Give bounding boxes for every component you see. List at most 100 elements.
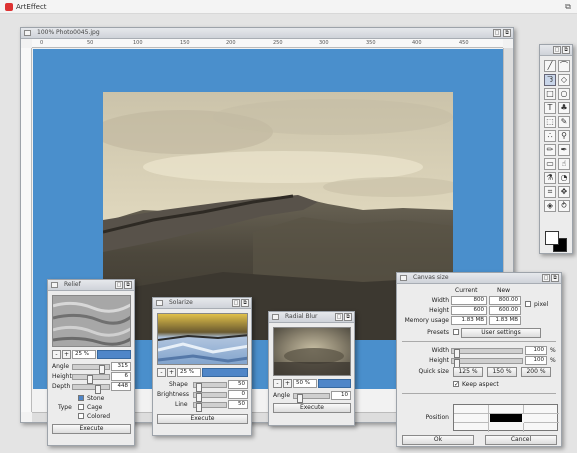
width-percent-slider[interactable] xyxy=(451,348,523,358)
height-slider[interactable] xyxy=(72,374,110,384)
lasso-tool-icon[interactable]: ᘊ xyxy=(544,74,556,86)
brightness-slider[interactable] xyxy=(193,392,227,402)
fill-tool-icon[interactable]: ◇ xyxy=(558,74,570,86)
height-percent-slider[interactable] xyxy=(451,358,523,368)
zoom-icon[interactable]: □ xyxy=(115,281,123,289)
pencil-tool-icon[interactable]: ✏ xyxy=(544,144,556,156)
depth-icon[interactable]: ⧉ xyxy=(562,46,570,54)
angle-slider[interactable] xyxy=(72,364,110,374)
angle-slider[interactable] xyxy=(293,393,330,403)
position-cell[interactable] xyxy=(454,423,489,432)
dropper-tool-icon[interactable]: ⚗ xyxy=(544,172,556,184)
presets-popup-icon[interactable] xyxy=(453,329,459,335)
pen-tool-icon[interactable]: ✒ xyxy=(558,144,570,156)
preview-position-bar[interactable] xyxy=(318,379,351,388)
zoom-out-button[interactable]: - xyxy=(157,368,166,377)
zoom-out-button[interactable]: - xyxy=(52,350,61,359)
preview-position-bar[interactable] xyxy=(202,368,248,377)
quick-size-150-button[interactable]: 150 % xyxy=(487,367,517,377)
shape-slider[interactable] xyxy=(193,382,227,392)
angle-value[interactable]: 315 xyxy=(111,362,131,371)
close-icon[interactable] xyxy=(24,30,31,36)
position-cell[interactable] xyxy=(524,414,559,423)
position-cell[interactable] xyxy=(524,423,559,432)
keep-aspect-checkbox[interactable]: ✓ xyxy=(453,381,459,388)
zoom-in-button[interactable]: + xyxy=(167,368,176,377)
crop-tool-icon[interactable]: ⌗ xyxy=(544,186,556,198)
position-cell[interactable] xyxy=(454,405,489,414)
depth-icon[interactable]: ⧉ xyxy=(344,313,352,321)
zoom-out-button[interactable]: - xyxy=(273,379,282,388)
quick-size-125-button[interactable]: 125 % xyxy=(453,367,483,377)
line-slider[interactable] xyxy=(193,402,227,412)
unit-popup-icon[interactable] xyxy=(525,301,531,307)
solarize-preview[interactable] xyxy=(157,313,248,365)
zoom-icon[interactable]: □ xyxy=(232,299,240,307)
solarize-titlebar[interactable]: Solarize □ ⧉ xyxy=(153,298,251,309)
relief-preview[interactable] xyxy=(52,295,131,347)
canvas-size-titlebar[interactable]: Canvas size □ ⧉ xyxy=(397,273,561,284)
cage-checkbox[interactable] xyxy=(78,404,84,410)
eraser-tool-icon[interactable]: ▭ xyxy=(544,158,556,170)
brush-tool-icon[interactable]: ✎ xyxy=(558,116,570,128)
cancel-button[interactable]: Cancel xyxy=(485,435,557,445)
ellipse-tool-icon[interactable]: ○ xyxy=(558,88,570,100)
height-percent-value[interactable]: 100 xyxy=(525,356,547,365)
position-cell[interactable] xyxy=(489,405,524,414)
depth-icon[interactable]: ⧉ xyxy=(503,29,511,37)
position-grid[interactable] xyxy=(453,404,559,432)
close-icon[interactable] xyxy=(51,282,58,288)
depth-icon[interactable]: ⧉ xyxy=(124,281,132,289)
close-icon[interactable] xyxy=(156,300,163,306)
toolbox-titlebar[interactable]: □ ⧉ xyxy=(540,45,572,56)
curve-tool-icon[interactable]: ⌒ xyxy=(558,60,570,72)
zoom-icon[interactable]: □ xyxy=(553,46,561,54)
zoom-in-button[interactable]: + xyxy=(62,350,71,359)
relief-titlebar[interactable]: Relief □ ⧉ xyxy=(48,280,134,291)
close-icon[interactable] xyxy=(400,275,407,281)
move-tool-icon[interactable]: ✥ xyxy=(558,186,570,198)
zoom-in-button[interactable]: + xyxy=(283,379,292,388)
warp-tool-icon[interactable]: ⥁ xyxy=(558,200,570,212)
depth-icon[interactable]: ⧉ xyxy=(551,274,559,282)
depth-icon[interactable]: ⧉ xyxy=(241,299,249,307)
zoom-icon[interactable]: □ xyxy=(542,274,550,282)
spray-tool-icon[interactable]: ∴ xyxy=(544,130,556,142)
depth-slider[interactable] xyxy=(72,384,110,394)
presets-button[interactable]: User settings xyxy=(461,328,541,338)
colored-checkbox[interactable] xyxy=(78,413,84,419)
position-center-marker[interactable] xyxy=(490,414,522,422)
stone-checkbox[interactable] xyxy=(78,395,84,401)
filter-tool-icon[interactable]: ◈ xyxy=(544,200,556,212)
shape-value[interactable]: 50 xyxy=(228,380,248,389)
stamp-tool-icon[interactable]: ♣ xyxy=(558,102,570,114)
height-new-field[interactable]: 600.00 xyxy=(489,306,521,315)
height-value[interactable]: 6 xyxy=(111,372,131,381)
radial-blur-execute-button[interactable]: Execute xyxy=(273,403,351,413)
ok-button[interactable]: Ok xyxy=(402,435,474,445)
zoom-icon[interactable]: □ xyxy=(335,313,343,321)
slider-knob[interactable] xyxy=(297,394,303,403)
solarize-execute-button[interactable]: Execute xyxy=(157,414,248,424)
preview-position-bar[interactable] xyxy=(97,350,131,359)
width-percent-value[interactable]: 100 xyxy=(525,346,547,355)
line-value[interactable]: 50 xyxy=(228,400,248,409)
angle-value[interactable]: 10 xyxy=(331,391,351,400)
text-tool-icon[interactable]: T xyxy=(544,102,556,114)
select-tool-icon[interactable]: ⬚ xyxy=(544,116,556,128)
relief-execute-button[interactable]: Execute xyxy=(52,424,131,434)
image-window-titlebar[interactable]: 100% Photo0045.jpg □ ⧉ xyxy=(21,28,513,39)
zoom-icon[interactable]: □ xyxy=(493,29,501,37)
rect-tool-icon[interactable]: □ xyxy=(544,88,556,100)
position-cell[interactable] xyxy=(454,414,489,423)
foreground-color-swatch[interactable] xyxy=(545,231,559,245)
window-depth-icon[interactable]: ⧉ xyxy=(563,2,573,11)
line-tool-icon[interactable]: ╱ xyxy=(544,60,556,72)
depth-value[interactable]: 448 xyxy=(111,382,131,391)
position-cell[interactable] xyxy=(524,405,559,414)
position-cell[interactable] xyxy=(489,423,524,432)
slider-knob[interactable] xyxy=(95,385,101,394)
radial-blur-preview[interactable] xyxy=(273,327,351,376)
slider-knob[interactable] xyxy=(196,403,202,412)
magnify-tool-icon[interactable]: ⚲ xyxy=(558,130,570,142)
